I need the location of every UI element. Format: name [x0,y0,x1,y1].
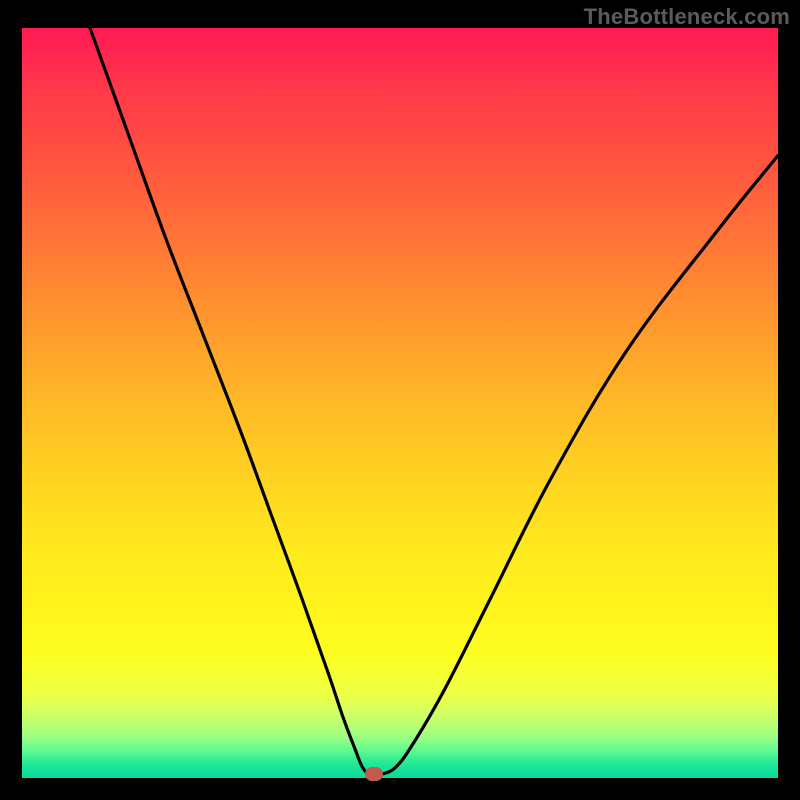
optimal-marker [365,767,383,781]
plot-area [22,28,778,778]
bottleneck-curve [22,28,778,778]
chart-frame: TheBottleneck.com [0,0,800,800]
curve-path [90,28,778,775]
watermark-text: TheBottleneck.com [584,4,790,30]
